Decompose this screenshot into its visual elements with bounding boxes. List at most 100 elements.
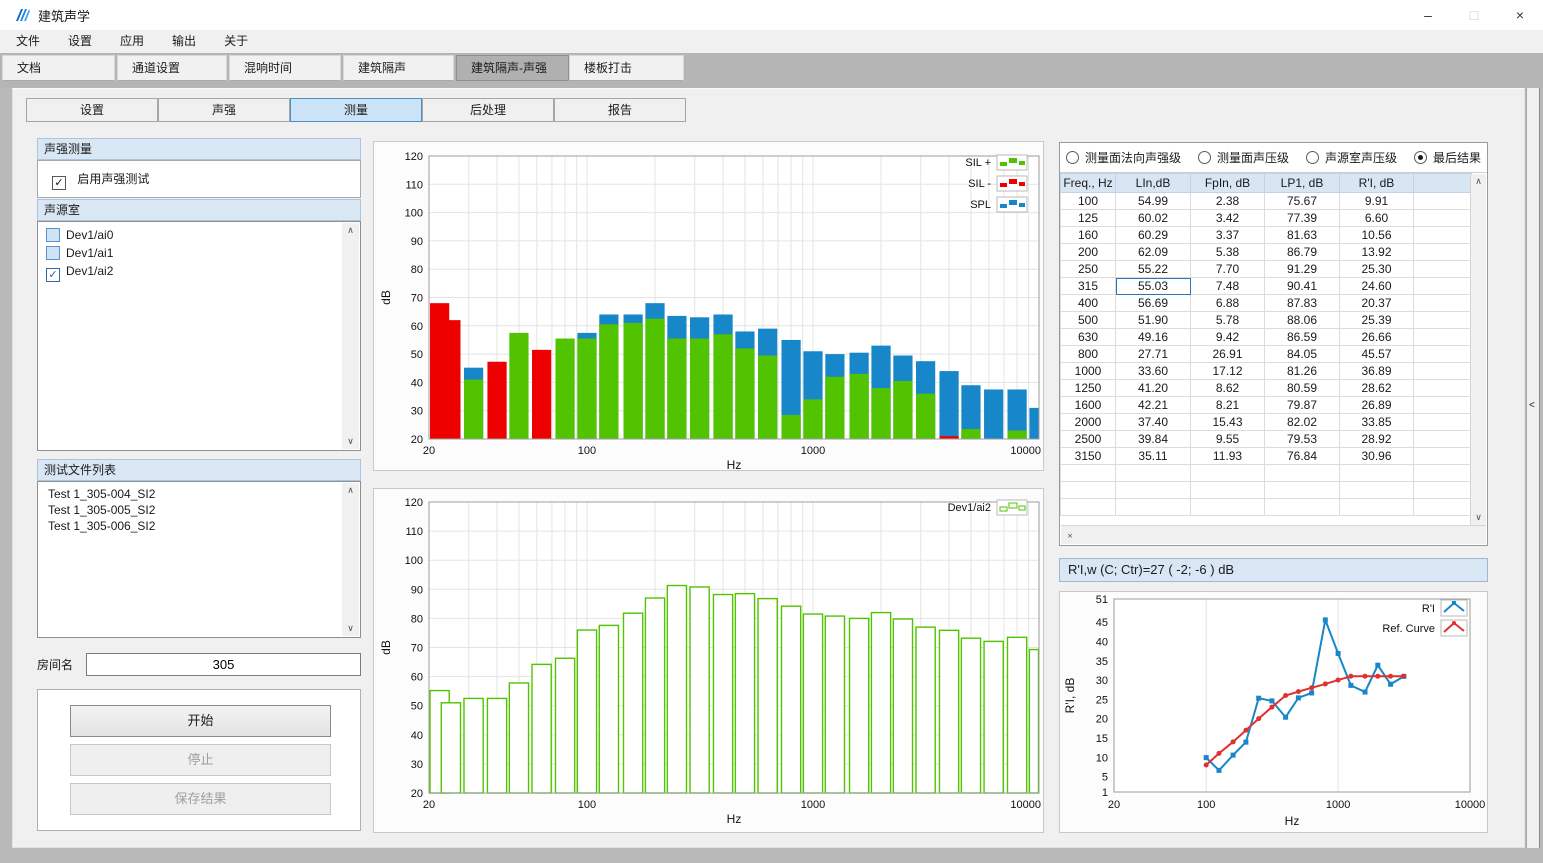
table-cell[interactable]: 10.56 [1340,227,1414,244]
subtab[interactable]: 后处理 [422,98,554,122]
minimize-button[interactable]: – [1405,0,1451,30]
right-collapse-splitter[interactable]: < [1526,88,1540,848]
radio-option[interactable]: 声源室声压级 [1306,149,1397,166]
table-row[interactable]: 25055.227.7091.2925.30 [1061,261,1472,278]
tab[interactable]: 建筑隔声-声强 [456,55,569,81]
table-cell[interactable]: 75.67 [1265,193,1340,210]
table-cell[interactable]: 41.20 [1116,380,1191,397]
table-row[interactable]: 160042.218.2179.8726.89 [1061,397,1472,414]
table-cell[interactable] [1414,431,1472,448]
table-vertical-scrollbar[interactable]: ∧ ∨ [1470,174,1486,525]
maximize-button[interactable]: □ [1451,0,1497,30]
table-cell[interactable] [1414,380,1472,397]
table-cell[interactable]: 80.59 [1265,380,1340,397]
table-cell[interactable]: 1600 [1061,397,1116,414]
table-cell[interactable]: 500 [1061,312,1116,329]
table-cell[interactable]: 7.48 [1191,278,1265,295]
start-button[interactable]: 开始 [70,705,331,737]
table-cell[interactable]: 3150 [1061,448,1116,465]
tab[interactable]: 通道设置 [117,55,227,81]
table-cell[interactable]: 86.79 [1265,244,1340,261]
scroll-up-icon[interactable]: ∧ [342,483,359,498]
table-cell[interactable]: 26.91 [1191,346,1265,363]
table-cell[interactable]: 6.60 [1340,210,1414,227]
table-cell[interactable]: 400 [1061,295,1116,312]
table-cell[interactable] [1414,261,1472,278]
scroll-up-icon[interactable]: ∧ [1471,174,1486,189]
menu-item[interactable]: 关于 [210,30,262,53]
table-cell[interactable]: 42.21 [1116,397,1191,414]
menu-item[interactable]: 应用 [106,30,158,53]
table-cell[interactable]: 91.29 [1265,261,1340,278]
file-list-item[interactable]: Test 1_305-006_SI2 [38,518,360,534]
table-cell[interactable]: 76.84 [1265,448,1340,465]
table-cell[interactable]: 35.11 [1116,448,1191,465]
table-row[interactable]: 250039.849.5579.5328.92 [1061,431,1472,448]
table-cell[interactable] [1414,278,1472,295]
table-cell[interactable]: 90.41 [1265,278,1340,295]
table-cell[interactable]: 24.60 [1340,278,1414,295]
scroll-down-icon[interactable]: ∨ [342,434,359,449]
close-button[interactable]: × [1497,0,1543,30]
table-row[interactable]: 50051.905.7888.0625.39 [1061,312,1472,329]
table-cell[interactable]: 3.42 [1191,210,1265,227]
room-name-input[interactable] [86,653,361,676]
table-cell[interactable] [1414,448,1472,465]
table-cell[interactable]: 315 [1061,278,1116,295]
table-cell[interactable]: 60.02 [1116,210,1191,227]
subtab[interactable]: 报告 [554,98,686,122]
table-cell[interactable]: 6.88 [1191,295,1265,312]
table-cell[interactable] [1414,227,1472,244]
table-cell[interactable]: 26.66 [1340,329,1414,346]
table-row[interactable]: 40056.696.8887.8320.37 [1061,295,1472,312]
table-horizontal-scrollbar[interactable]: ‹ › [1061,525,1486,544]
table-cell[interactable]: 33.60 [1116,363,1191,380]
scroll-up-icon[interactable]: ∧ [342,223,359,238]
table-cell[interactable]: 51.90 [1116,312,1191,329]
table-row[interactable]: 16060.293.3781.6310.56 [1061,227,1472,244]
table-cell[interactable]: 250 [1061,261,1116,278]
table-cell[interactable]: 630 [1061,329,1116,346]
channel-checkbox[interactable] [46,228,60,242]
table-cell[interactable]: 87.83 [1265,295,1340,312]
channel-item[interactable]: Dev1/ai0 [38,226,360,244]
table-cell[interactable]: 125 [1061,210,1116,227]
subtab[interactable]: 测量 [290,98,422,122]
table-cell[interactable]: 37.40 [1116,414,1191,431]
table-row[interactable]: 80027.7126.9184.0545.57 [1061,346,1472,363]
radio-option[interactable]: 测量面声压级 [1198,149,1289,166]
subtab[interactable]: 声强 [158,98,290,122]
table-cell[interactable]: 88.06 [1265,312,1340,329]
table-cell[interactable]: 25.39 [1340,312,1414,329]
table-cell[interactable]: 77.39 [1265,210,1340,227]
table-cell[interactable] [1414,244,1472,261]
table-cell[interactable]: 86.59 [1265,329,1340,346]
table-row[interactable]: 63049.169.4286.5926.66 [1061,329,1472,346]
table-cell[interactable]: 30.96 [1340,448,1414,465]
table-cell[interactable] [1414,312,1472,329]
radio-option[interactable]: 测量面法向声强级 [1066,149,1181,166]
table-cell[interactable]: 56.69 [1116,295,1191,312]
scroll-down-icon[interactable]: ∨ [342,621,359,636]
table-cell[interactable]: 8.21 [1191,397,1265,414]
table-cell[interactable]: 1000 [1061,363,1116,380]
table-cell[interactable] [1414,193,1472,210]
table-cell[interactable]: 2500 [1061,431,1116,448]
table-cell[interactable]: 45.57 [1340,346,1414,363]
table-cell[interactable]: 39.84 [1116,431,1191,448]
channel-list-scrollbar[interactable]: ∧ ∨ [342,223,359,449]
scroll-down-icon[interactable]: ∨ [1471,510,1486,525]
table-cell[interactable]: 7.70 [1191,261,1265,278]
table-cell[interactable]: 11.93 [1191,448,1265,465]
table-row[interactable]: 100033.6017.1281.2636.89 [1061,363,1472,380]
table-row[interactable]: 315035.1111.9376.8430.96 [1061,448,1472,465]
collapse-left-icon[interactable]: < [1529,400,1535,411]
table-cell[interactable] [1414,397,1472,414]
table-cell[interactable]: 200 [1061,244,1116,261]
table-cell[interactable]: 81.63 [1265,227,1340,244]
radio-option[interactable]: 最后结果 [1414,149,1481,166]
menu-item[interactable]: 文件 [2,30,54,53]
table-row[interactable]: 12560.023.4277.396.60 [1061,210,1472,227]
tab[interactable]: 文档 [2,55,115,81]
table-cell[interactable]: 60.29 [1116,227,1191,244]
